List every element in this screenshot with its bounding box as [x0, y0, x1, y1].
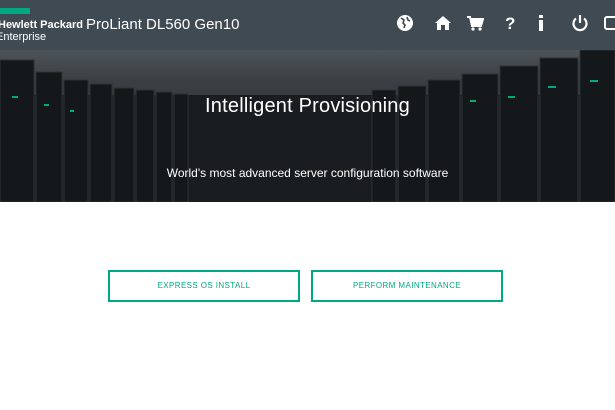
express-os-install-button[interactable]: EXPRESS OS INSTALL [108, 270, 300, 302]
hero-title: Intelligent Provisioning [205, 95, 410, 117]
hero-subtitle: World's most advanced server configurati… [166, 166, 449, 180]
help-icon[interactable]: ? [503, 14, 525, 36]
top-header: Hewlett Packard Enterprise ProLiant DL56… [0, 0, 615, 50]
exit-icon[interactable] [604, 14, 615, 36]
cart-icon[interactable] [466, 14, 488, 36]
home-icon[interactable] [434, 14, 456, 36]
info-icon[interactable] [536, 14, 558, 36]
perform-maintenance-button[interactable]: PERFORM MAINTENANCE [311, 270, 503, 302]
power-icon[interactable] [571, 14, 593, 36]
svg-text:?: ? [505, 14, 515, 32]
globe-icon[interactable] [396, 14, 418, 36]
